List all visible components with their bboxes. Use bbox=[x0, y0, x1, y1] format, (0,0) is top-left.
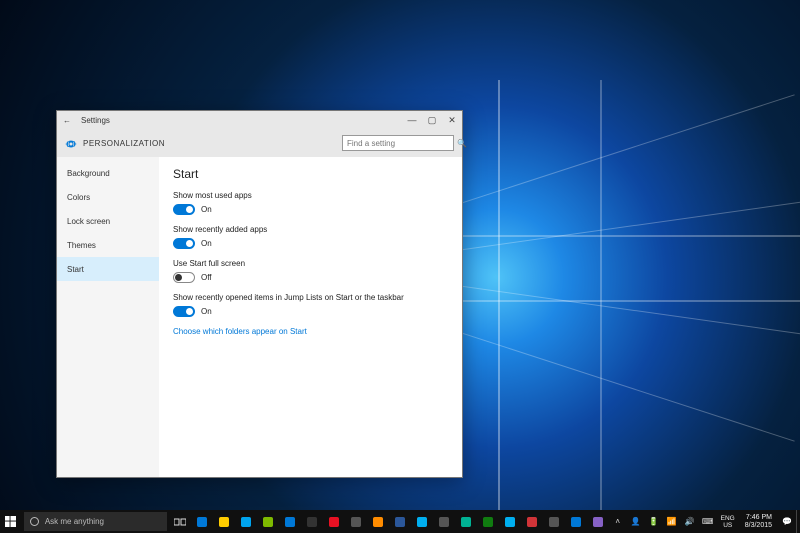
volume-icon[interactable]: 🔊 bbox=[681, 510, 699, 533]
setting-recently-added-apps: Show recently added apps On bbox=[173, 225, 448, 249]
close-button[interactable]: ✕ bbox=[442, 111, 462, 129]
language-indicator[interactable]: ENG US bbox=[717, 515, 739, 529]
cortana-search[interactable]: Ask me anything bbox=[24, 512, 167, 531]
toggle-recently-added-apps[interactable] bbox=[173, 238, 195, 249]
toggle-knob bbox=[186, 206, 193, 213]
window-body: Background Colors Lock screen Themes Sta… bbox=[57, 157, 462, 477]
back-button[interactable]: ← bbox=[57, 116, 77, 125]
settings-window: ← Settings — ▢ ✕ PERSONALIZATION 🔍 Backg… bbox=[56, 110, 463, 478]
search-box[interactable]: 🔍 bbox=[342, 135, 454, 151]
wallpaper-beam bbox=[600, 80, 602, 520]
sidebar-item-colors[interactable]: Colors bbox=[57, 185, 159, 209]
toggle-knob bbox=[186, 240, 193, 247]
setting-start-full-screen: Use Start full screen Off bbox=[173, 259, 448, 283]
page-heading: Start bbox=[173, 167, 448, 181]
network-icon[interactable]: 📶 bbox=[663, 510, 681, 533]
task-view-button[interactable] bbox=[169, 510, 191, 533]
setting-label: Show recently added apps bbox=[173, 225, 448, 234]
cortana-icon bbox=[30, 517, 39, 526]
toggle-state: Off bbox=[201, 273, 212, 282]
toggle-state: On bbox=[201, 205, 212, 214]
sidebar-item-themes[interactable]: Themes bbox=[57, 233, 159, 257]
app-icon[interactable] bbox=[411, 510, 433, 533]
search-icon: 🔍 bbox=[457, 139, 467, 148]
app-icon[interactable] bbox=[565, 510, 587, 533]
window-titlebar[interactable]: ← Settings — ▢ ✕ bbox=[57, 111, 462, 129]
setting-label: Use Start full screen bbox=[173, 259, 448, 268]
app-icon[interactable] bbox=[257, 510, 279, 533]
keyboard-icon[interactable]: ⌨ bbox=[699, 510, 717, 533]
setting-most-used-apps: Show most used apps On bbox=[173, 191, 448, 215]
pinned-apps bbox=[191, 510, 609, 533]
sidebar-item-lock-screen[interactable]: Lock screen bbox=[57, 209, 159, 233]
app-icon[interactable] bbox=[389, 510, 411, 533]
app-icon[interactable] bbox=[279, 510, 301, 533]
people-icon[interactable]: 👤 bbox=[627, 510, 645, 533]
sidebar-item-label: Start bbox=[67, 265, 84, 274]
app-icon[interactable] bbox=[367, 510, 389, 533]
toggle-knob bbox=[175, 274, 182, 281]
system-tray: ˄ 👤 🔋 📶 🔊 ⌨ ENG US 7:46 PM 8/3/2015 💬 bbox=[609, 510, 800, 533]
toggle-most-used-apps[interactable] bbox=[173, 204, 195, 215]
action-center-icon[interactable]: 💬 bbox=[778, 510, 796, 533]
toggle-jump-lists[interactable] bbox=[173, 306, 195, 317]
clock[interactable]: 7:46 PM 8/3/2015 bbox=[739, 514, 778, 530]
sidebar-item-label: Colors bbox=[67, 193, 90, 202]
search-input[interactable] bbox=[347, 139, 457, 148]
app-icon[interactable] bbox=[543, 510, 565, 533]
minimize-button[interactable]: — bbox=[402, 111, 422, 129]
tray-overflow-icon[interactable]: ˄ bbox=[609, 510, 627, 533]
setting-label: Show most used apps bbox=[173, 191, 448, 200]
battery-icon[interactable]: 🔋 bbox=[645, 510, 663, 533]
app-icon[interactable] bbox=[477, 510, 499, 533]
toggle-start-full-screen[interactable] bbox=[173, 272, 195, 283]
app-icon[interactable] bbox=[301, 510, 323, 533]
sidebar-item-start[interactable]: Start bbox=[57, 257, 159, 281]
app-icon[interactable] bbox=[499, 510, 521, 533]
maximize-button[interactable]: ▢ bbox=[422, 111, 442, 129]
toggle-state: On bbox=[201, 239, 212, 248]
app-icon[interactable] bbox=[345, 510, 367, 533]
app-icon[interactable] bbox=[433, 510, 455, 533]
setting-jump-lists: Show recently opened items in Jump Lists… bbox=[173, 293, 448, 317]
sidebar-item-label: Themes bbox=[67, 241, 96, 250]
settings-header: PERSONALIZATION 🔍 bbox=[57, 129, 462, 157]
desktop: ← Settings — ▢ ✕ PERSONALIZATION 🔍 Backg… bbox=[0, 0, 800, 533]
section-title: PERSONALIZATION bbox=[83, 139, 165, 148]
sidebar-item-background[interactable]: Background bbox=[57, 161, 159, 185]
sidebar-item-label: Lock screen bbox=[67, 217, 110, 226]
sidebar: Background Colors Lock screen Themes Sta… bbox=[57, 157, 159, 477]
window-title: Settings bbox=[77, 116, 402, 125]
toggle-knob bbox=[186, 308, 193, 315]
cortana-placeholder: Ask me anything bbox=[45, 517, 104, 526]
content-pane: Start Show most used apps On Show recent… bbox=[159, 157, 462, 477]
clock-time: 7:46 PM bbox=[746, 514, 772, 522]
sidebar-item-label: Background bbox=[67, 169, 110, 178]
choose-folders-link[interactable]: Choose which folders appear on Start bbox=[173, 327, 448, 336]
app-icon[interactable] bbox=[455, 510, 477, 533]
app-icon[interactable] bbox=[521, 510, 543, 533]
wallpaper-beam bbox=[498, 80, 500, 520]
taskbar: Ask me anything ˄ bbox=[0, 510, 800, 533]
clock-date: 8/3/2015 bbox=[745, 522, 772, 530]
caption-buttons: — ▢ ✕ bbox=[402, 111, 462, 129]
lang-code: ENG bbox=[721, 515, 735, 522]
lang-region: US bbox=[723, 522, 732, 529]
app-icon[interactable] bbox=[213, 510, 235, 533]
app-icon[interactable] bbox=[323, 510, 345, 533]
gear-icon bbox=[65, 137, 77, 149]
setting-label: Show recently opened items in Jump Lists… bbox=[173, 293, 448, 302]
app-icon[interactable] bbox=[191, 510, 213, 533]
app-icon[interactable] bbox=[587, 510, 609, 533]
toggle-state: On bbox=[201, 307, 212, 316]
start-button[interactable] bbox=[0, 510, 22, 533]
show-desktop-button[interactable] bbox=[796, 510, 800, 533]
app-icon[interactable] bbox=[235, 510, 257, 533]
